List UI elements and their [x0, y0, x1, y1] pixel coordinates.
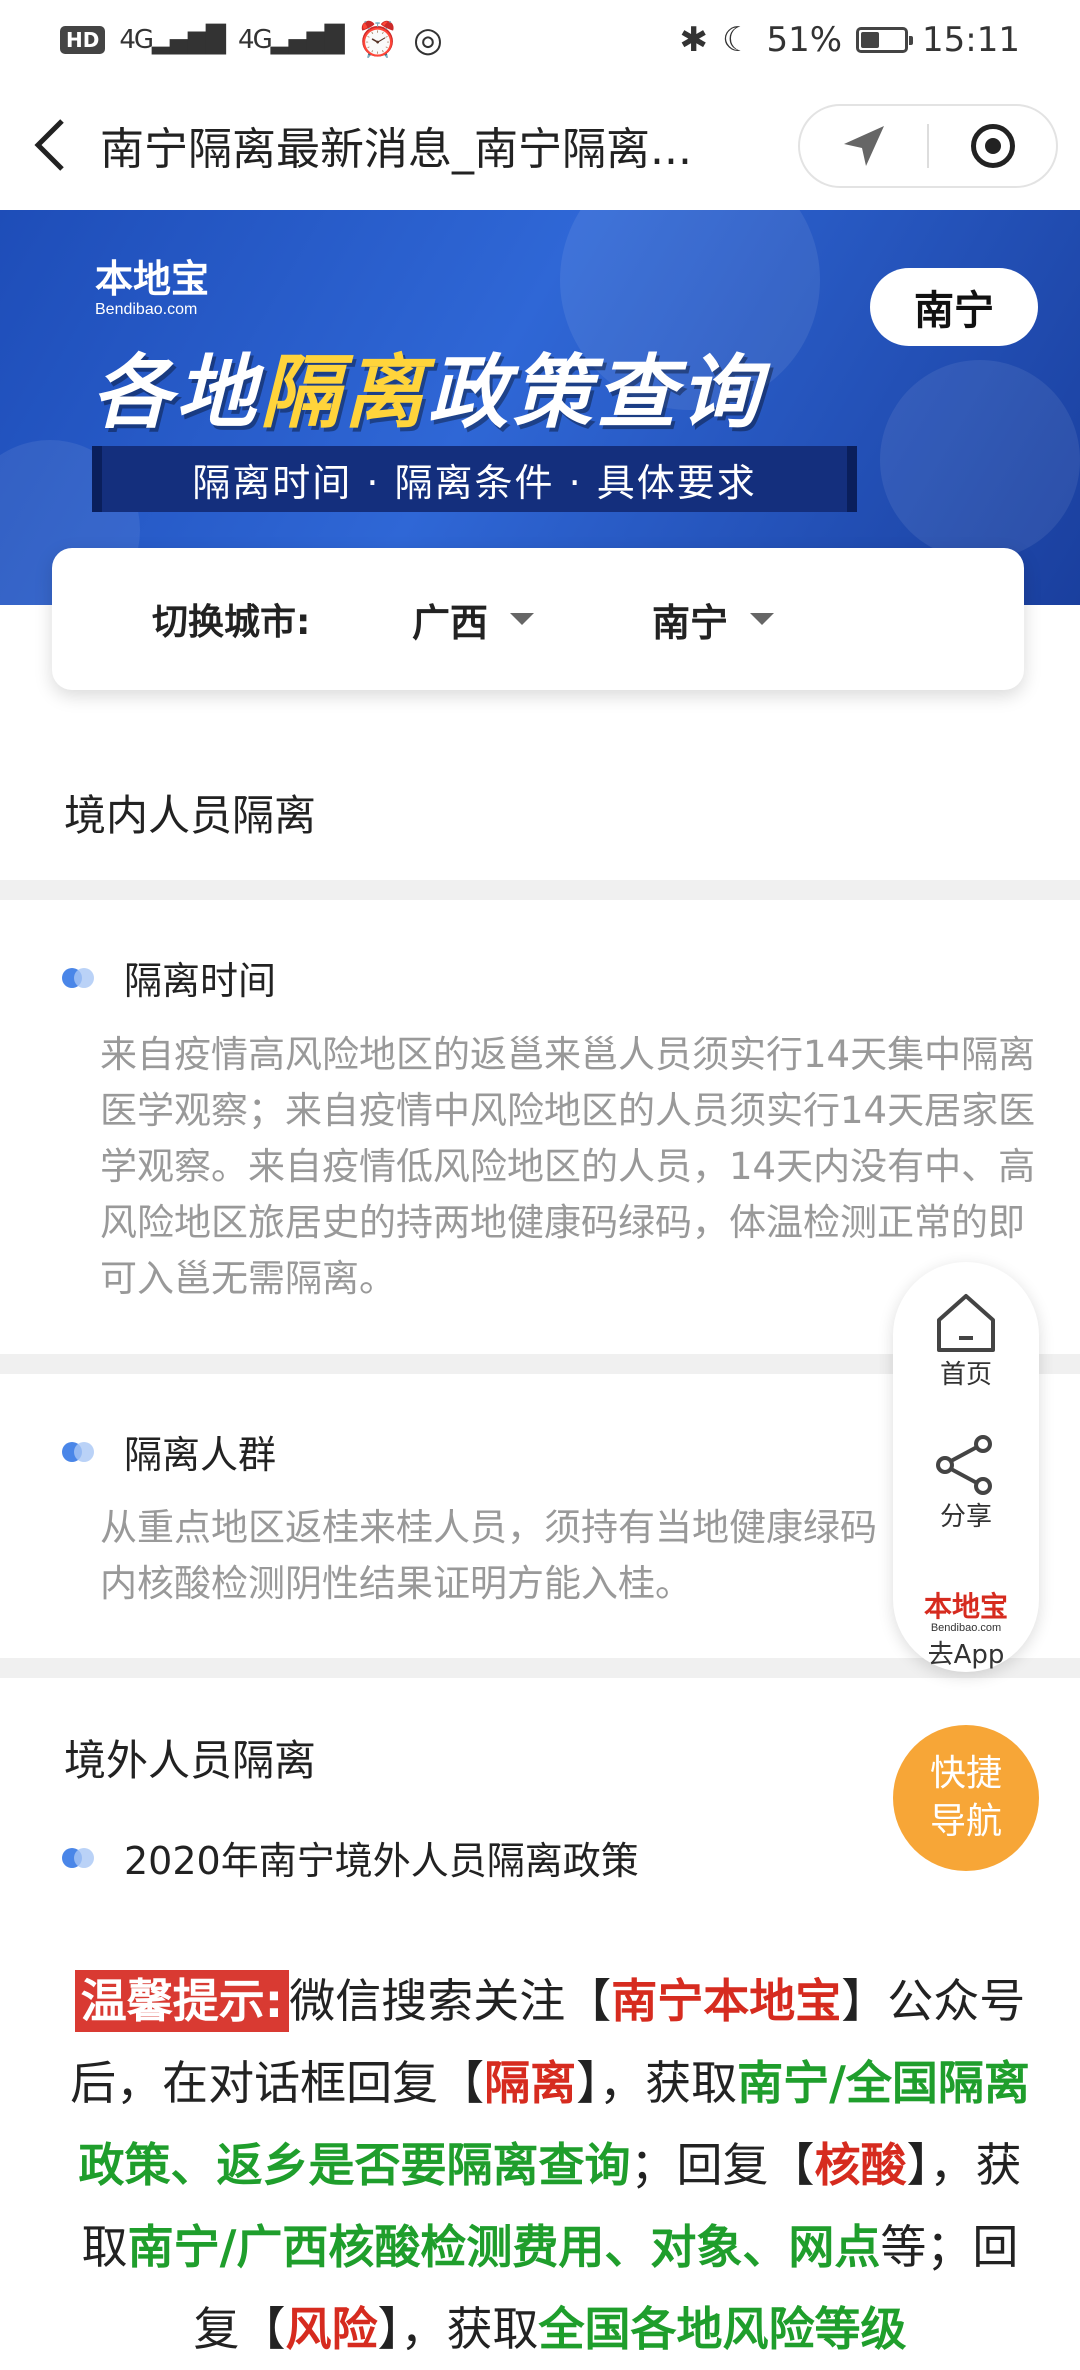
location-button[interactable] — [800, 106, 927, 186]
bullet-dot-icon — [62, 967, 94, 988]
signal-1-icon: 4G▂▄▆█ — [119, 25, 226, 55]
section-divider — [0, 880, 1080, 900]
banner-headline: 各地隔离政策查询 — [92, 346, 764, 439]
section-title-overseas: 境外人员隔离 — [64, 1736, 317, 1785]
chevron-left-icon[interactable] — [0, 80, 100, 210]
share-button[interactable]: 分享 — [893, 1434, 1039, 1533]
hd-badge: HD — [60, 26, 106, 54]
signal-2-icon: 4G▂▄▆█ — [238, 25, 345, 55]
virus-decoration — [880, 360, 1080, 560]
moon-icon: ☾ — [721, 20, 753, 60]
caret-down-icon — [750, 613, 775, 625]
home-icon — [937, 1294, 995, 1352]
status-bar: HD 4G▂▄▆█ 4G▂▄▆█ ⏰ ◎ ✱ ☾ 51% 15:11 — [0, 0, 1080, 80]
province-select[interactable]: 广西 — [412, 592, 535, 647]
caret-down-icon — [510, 613, 535, 625]
sync-icon: ◎ — [413, 20, 443, 60]
item-body: 从重点地区返桂来桂人员，须持有当地健康绿码内核酸检测阴性结果证明方能入桂。 — [100, 1506, 877, 1605]
item-body: 来自疫情高风险地区的返邕来邕人员须实行14天集中隔离医学观察；来自疫情中风险地区… — [100, 1033, 1036, 1300]
bullet-dot-icon — [62, 1441, 94, 1462]
city-pill-button[interactable]: 南宁 — [870, 268, 1038, 346]
switch-city-label: 切换城市: — [152, 602, 311, 643]
location-arrow-icon — [843, 126, 884, 166]
overseas-policy-link[interactable]: 2020年南宁境外人员隔离政策 — [62, 1830, 639, 1885]
bullet-dot-icon — [62, 1847, 94, 1868]
banner-subline: 隔离时间 · 隔离条件 · 具体要求 — [92, 446, 857, 512]
clock: 15:11 — [922, 20, 1020, 60]
bendibao-app-logo: 本地宝 Bendibao.com — [923, 1590, 1008, 1635]
open-app-button[interactable]: 本地宝 Bendibao.com 去App — [893, 1592, 1039, 1671]
item-heading: 隔离时间 — [62, 950, 276, 1005]
item-heading: 隔离人群 — [62, 1424, 276, 1479]
section-title-domestic: 境内人员隔离 — [64, 791, 317, 840]
tip-tag: 温馨提示: — [74, 1970, 290, 2032]
bendibao-logo: 本地宝 Bendibao.com — [95, 256, 210, 318]
alarm-icon: ⏰ — [356, 20, 400, 60]
quick-nav-button[interactable]: 快捷 导航 — [893, 1725, 1039, 1871]
page-title: 南宁隔离最新消息_南宁隔离... — [100, 124, 692, 175]
floating-toolbar: 首页 分享 本地宝 Bendibao.com 去App — [893, 1262, 1039, 1672]
battery-percent: 51% — [766, 20, 843, 60]
mini-program-capsule — [798, 104, 1058, 188]
status-right: ✱ ☾ 51% 15:11 — [679, 20, 1020, 60]
close-program-button[interactable] — [929, 106, 1056, 186]
nav-bar: 南宁隔离最新消息_南宁隔离... — [0, 80, 1080, 210]
target-icon — [970, 124, 1015, 168]
city-switch-card: 切换城市: 广西 南宁 — [52, 548, 1024, 690]
share-icon — [936, 1435, 992, 1495]
bluetooth-icon: ✱ — [679, 20, 708, 60]
hero-banner: 本地宝 Bendibao.com 南宁 各地隔离政策查询 隔离时间 · 隔离条件… — [0, 210, 1080, 605]
battery-icon — [856, 27, 914, 53]
status-left: HD 4G▂▄▆█ 4G▂▄▆█ ⏰ ◎ — [60, 20, 443, 60]
city-select[interactable]: 南宁 — [652, 592, 775, 647]
tip-paragraph: 温馨提示: 微信搜索关注【南宁本地宝】公众号后，在对话框回复【隔离】，获取南宁/全… — [60, 1960, 1040, 2370]
home-button[interactable]: 首页 — [893, 1292, 1039, 1391]
